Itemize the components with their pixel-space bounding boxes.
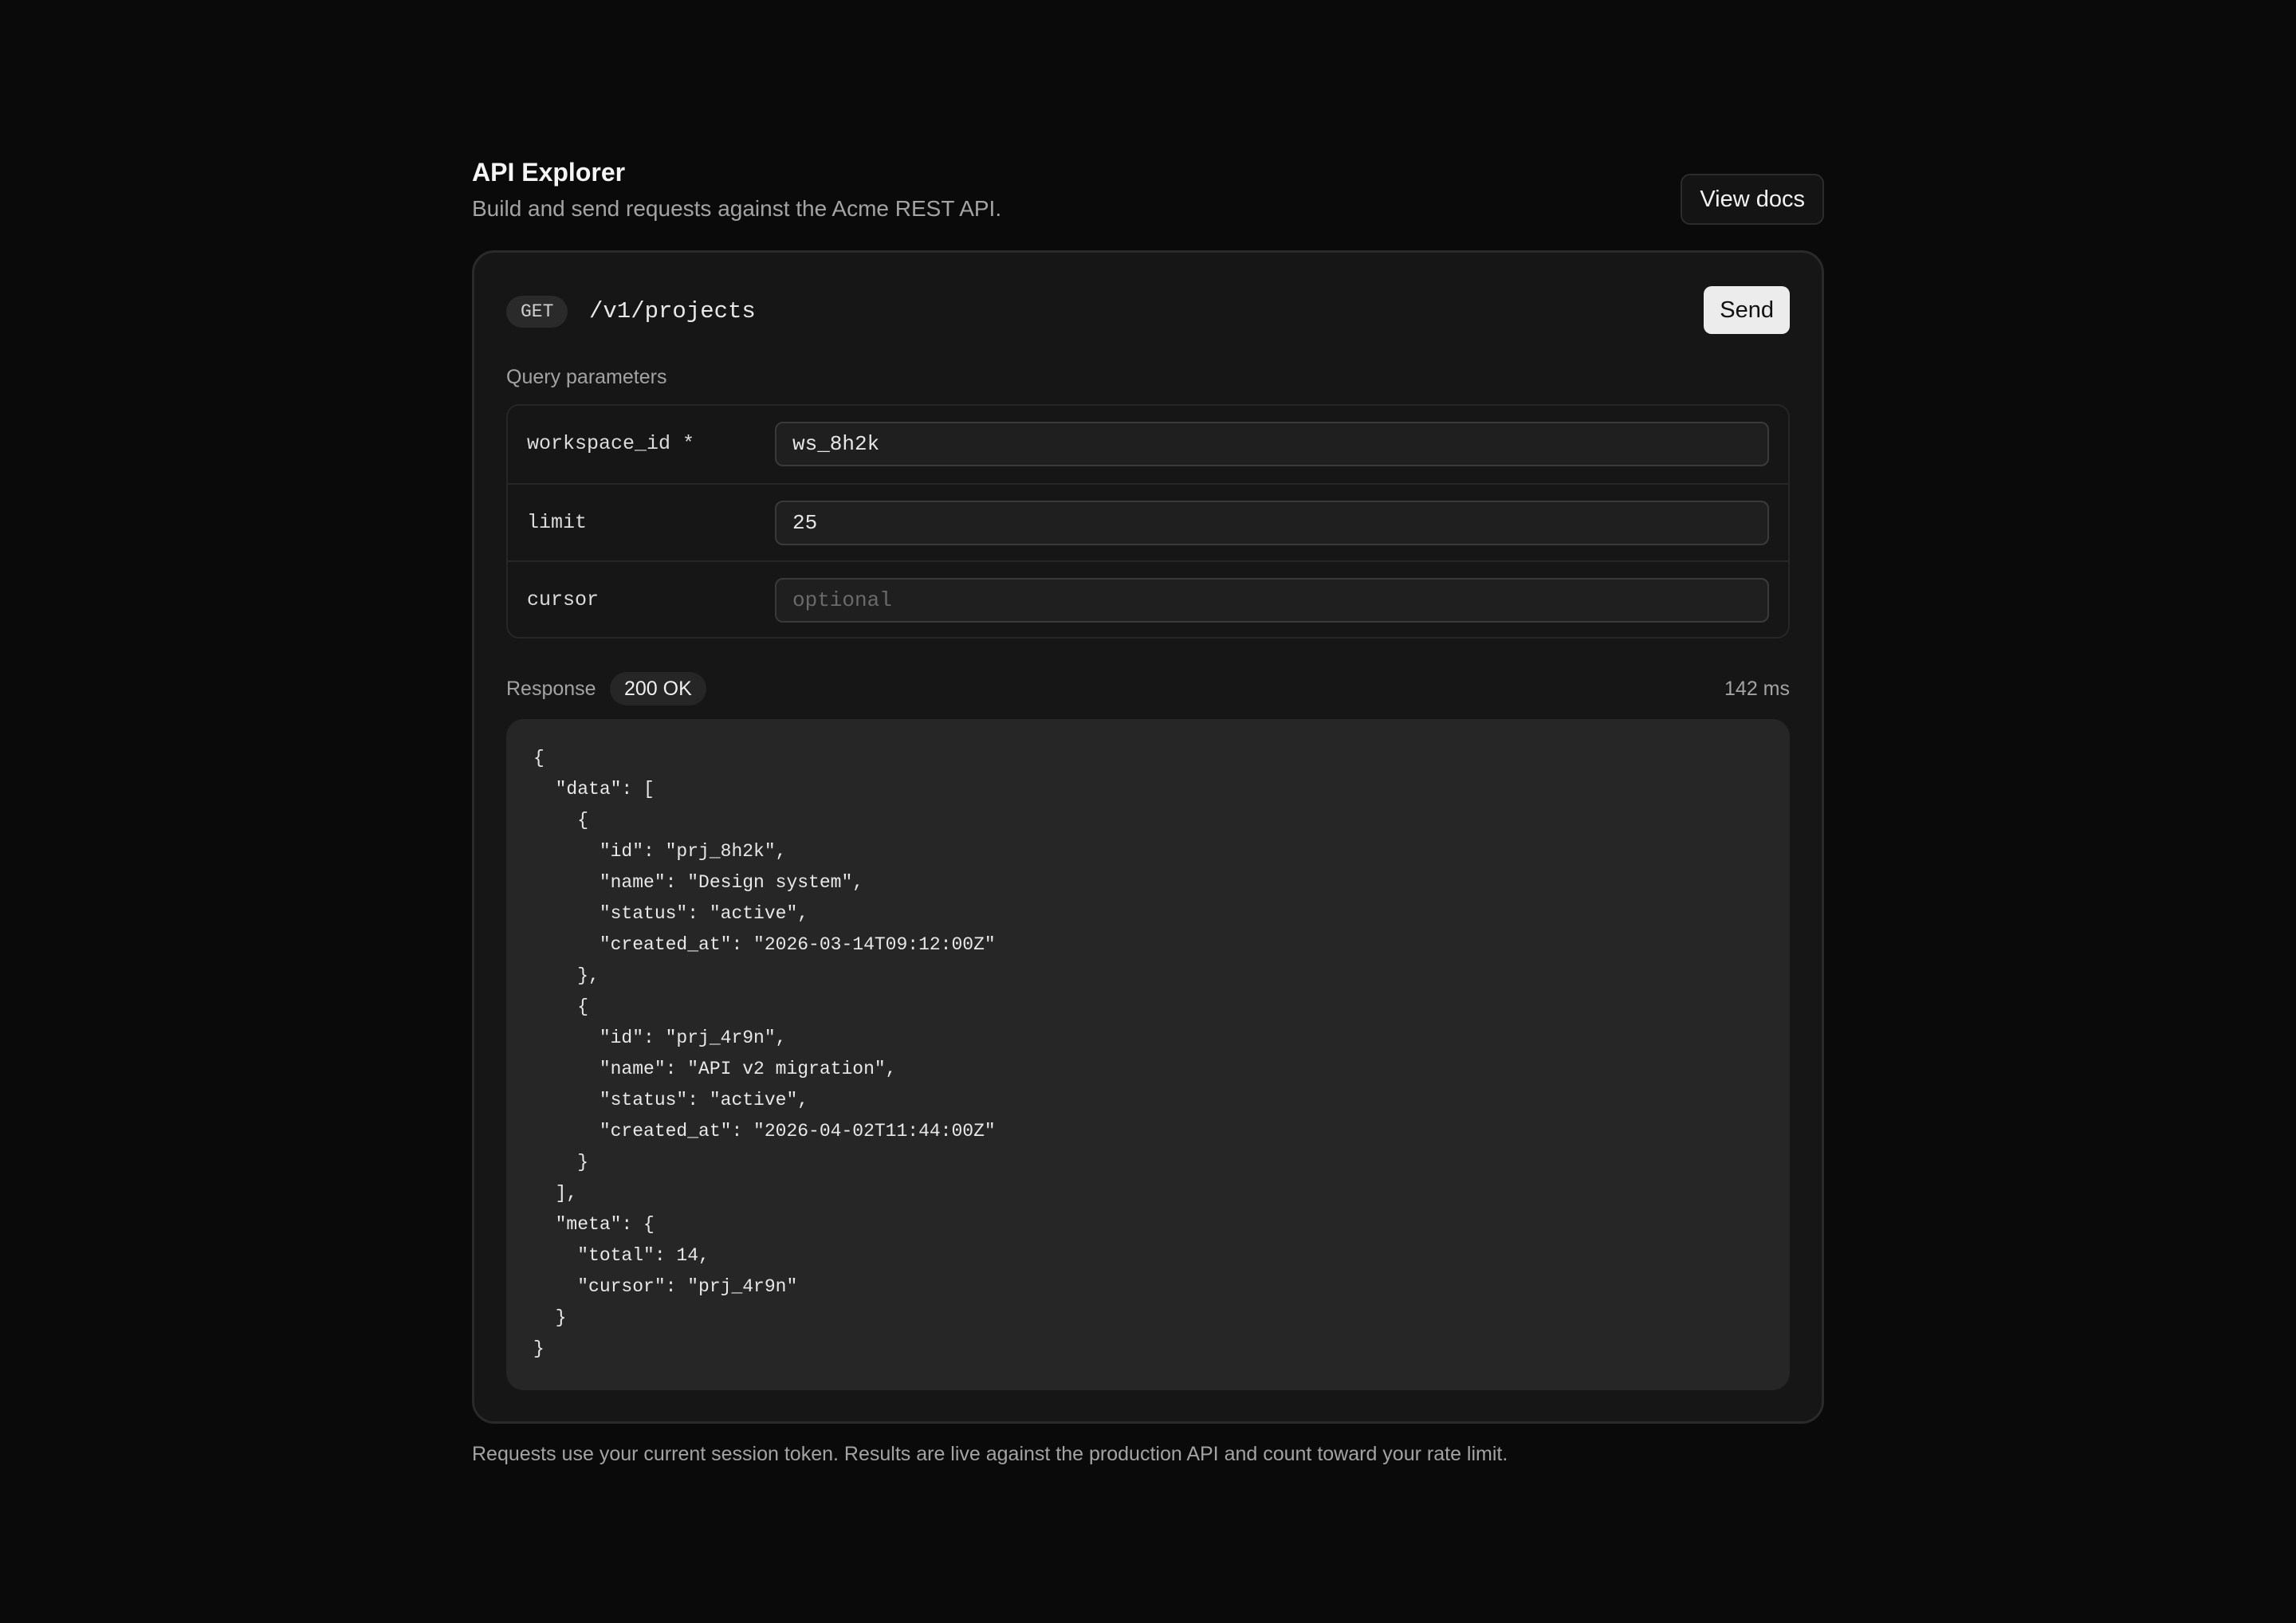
query-parameters-table: workspace_id * limit cursor xyxy=(506,404,1790,639)
response-label: Response xyxy=(506,678,596,700)
param-row-cursor: cursor xyxy=(508,560,1788,639)
view-docs-button[interactable]: View docs xyxy=(1681,174,1824,225)
response-time: 142 ms xyxy=(1724,678,1790,700)
limit-input[interactable] xyxy=(775,501,1769,545)
param-name: workspace_id * xyxy=(527,432,695,455)
footer-note: Requests use your current session token.… xyxy=(472,1443,1508,1465)
param-name: limit xyxy=(527,511,588,534)
response-body: { "data": [ { "id": "prj_8h2k", "name": … xyxy=(506,719,1790,1390)
cursor-input[interactable] xyxy=(775,578,1769,623)
send-button[interactable]: Send xyxy=(1704,286,1790,334)
api-explorer: API Explorer Build and send requests aga… xyxy=(472,156,1824,1465)
method-badge: GET xyxy=(506,296,568,328)
endpoint-path: /v1/projects xyxy=(589,298,756,324)
request-line: GET /v1/projects Send xyxy=(506,286,1790,334)
param-row-workspace-id: workspace_id * xyxy=(508,406,1788,483)
query-parameters-label: Query parameters xyxy=(506,366,667,388)
status-badge: 200 OK xyxy=(610,672,706,705)
page-title: API Explorer xyxy=(472,158,626,187)
page-header: API Explorer Build and send requests aga… xyxy=(472,156,1824,252)
workspace-id-input[interactable] xyxy=(775,422,1769,466)
request-card: GET /v1/projects Send Query parameters w… xyxy=(472,250,1824,1424)
param-name: cursor xyxy=(527,588,600,611)
page-subtitle: Build and send requests against the Acme… xyxy=(472,196,1002,221)
param-row-limit: limit xyxy=(508,483,1788,562)
